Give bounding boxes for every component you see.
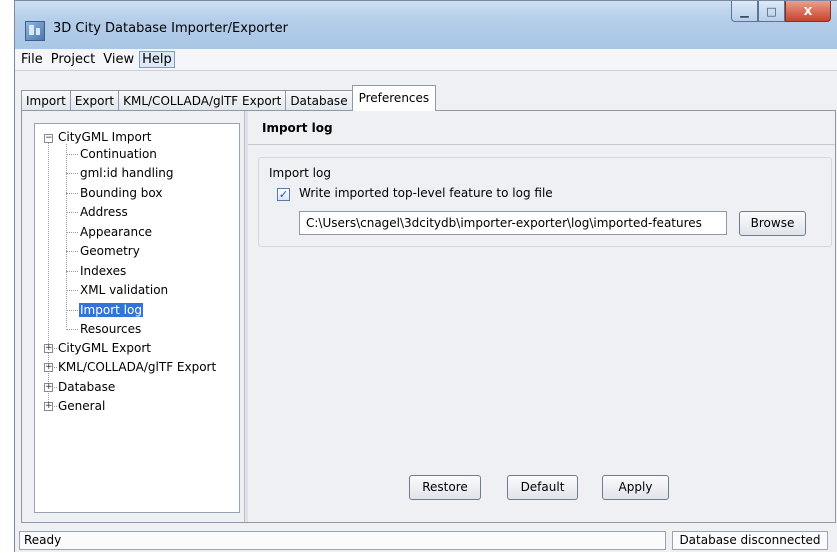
preferences-tree: − CityGML Import Continuation gml:id han… (34, 123, 240, 513)
tree-node-database[interactable]: Database (58, 380, 115, 394)
collapse-icon[interactable]: − (44, 134, 53, 143)
status-bar: Ready Database disconnected (15, 529, 837, 553)
tree-node-address[interactable]: Address (80, 205, 128, 219)
tree-branch (66, 193, 78, 194)
write-log-checkbox-label[interactable]: Write imported top-level feature to log … (299, 186, 553, 200)
tree-branch (66, 232, 78, 233)
menu-help[interactable]: Help (139, 51, 175, 68)
tree-node-xml-validation[interactable]: XML validation (80, 283, 168, 297)
tree-node-import-log[interactable]: Import log (79, 303, 143, 317)
window-controls: ▁ □ X (731, 1, 831, 23)
apply-button[interactable]: Apply (602, 475, 669, 500)
tree-branch (66, 173, 78, 174)
status-text: Ready (19, 531, 666, 550)
menu-file[interactable]: File (18, 51, 46, 68)
tree-node-appearance[interactable]: Appearance (80, 225, 152, 239)
tree-branch (66, 310, 78, 311)
tree-connector-children (66, 144, 67, 327)
tree-node-kml-collada-gltf-export[interactable]: KML/COLLADA/glTF Export (58, 360, 216, 374)
tree-node-citygml-export[interactable]: CityGML Export (58, 341, 151, 355)
tree-branch (66, 290, 78, 291)
tab-preferences[interactable]: Preferences (351, 85, 437, 111)
tree-node-resources[interactable]: Resources (80, 322, 141, 336)
write-log-checkbox[interactable]: ✓ (277, 188, 290, 201)
main-tabs: Import Export KML/COLLADA/glTF Export Da… (21, 85, 437, 111)
window-title: 3D City Database Importer/Exporter (53, 21, 288, 36)
title-bar[interactable]: 3D City Database Importer/Exporter ▁ □ X (15, 1, 837, 50)
restore-button[interactable]: Restore (409, 475, 481, 500)
tree-branch (66, 271, 78, 272)
default-button[interactable]: Default (507, 475, 578, 500)
tree-branch (66, 329, 78, 330)
group-title: Import log (267, 166, 333, 180)
tree-node-citygml-import[interactable]: CityGML Import (58, 130, 152, 144)
browse-button[interactable]: Browse (739, 211, 806, 236)
expand-icon[interactable]: + (44, 363, 53, 372)
tab-export[interactable]: Export (69, 90, 120, 111)
log-path-input[interactable]: C:\Users\cnagel\3dcitydb\importer-export… (299, 211, 727, 235)
tree-node-bounding-box[interactable]: Bounding box (80, 186, 162, 200)
app-icon (25, 21, 45, 41)
menu-view[interactable]: View (100, 51, 137, 68)
tree-node-gml-id-handling[interactable]: gml:id handling (80, 166, 174, 180)
menu-project[interactable]: Project (48, 51, 98, 68)
tree-branch (66, 212, 78, 213)
expand-icon[interactable]: + (44, 402, 53, 411)
panel-title: Import log (248, 111, 835, 145)
import-log-group: Import log ✓ Write imported top-level fe… (258, 157, 832, 247)
maximize-button[interactable]: □ (758, 1, 785, 22)
expand-icon[interactable]: + (44, 344, 53, 353)
tree-branch (66, 154, 78, 155)
tree-node-indexes[interactable]: Indexes (80, 264, 126, 278)
tree-node-general[interactable]: General (58, 399, 105, 413)
close-button[interactable]: X (785, 1, 831, 22)
app-window: 3D City Database Importer/Exporter ▁ □ X… (14, 0, 837, 552)
tab-database[interactable]: Database (285, 90, 353, 111)
tree-node-continuation[interactable]: Continuation (80, 147, 157, 161)
tree-branch (66, 251, 78, 252)
settings-panel: Import log Import log ✓ Write imported t… (248, 111, 835, 522)
expand-icon[interactable]: + (44, 383, 53, 392)
tab-import[interactable]: Import (21, 90, 71, 111)
minimize-button[interactable]: ▁ (731, 1, 758, 22)
tab-kml-collada-gltf-export[interactable]: KML/COLLADA/glTF Export (118, 90, 287, 111)
connection-status: Database disconnected (672, 531, 828, 550)
tree-node-geometry[interactable]: Geometry (80, 244, 140, 258)
preferences-content: − CityGML Import Continuation gml:id han… (21, 110, 836, 523)
menu-bar: File Project View Help (15, 49, 837, 71)
